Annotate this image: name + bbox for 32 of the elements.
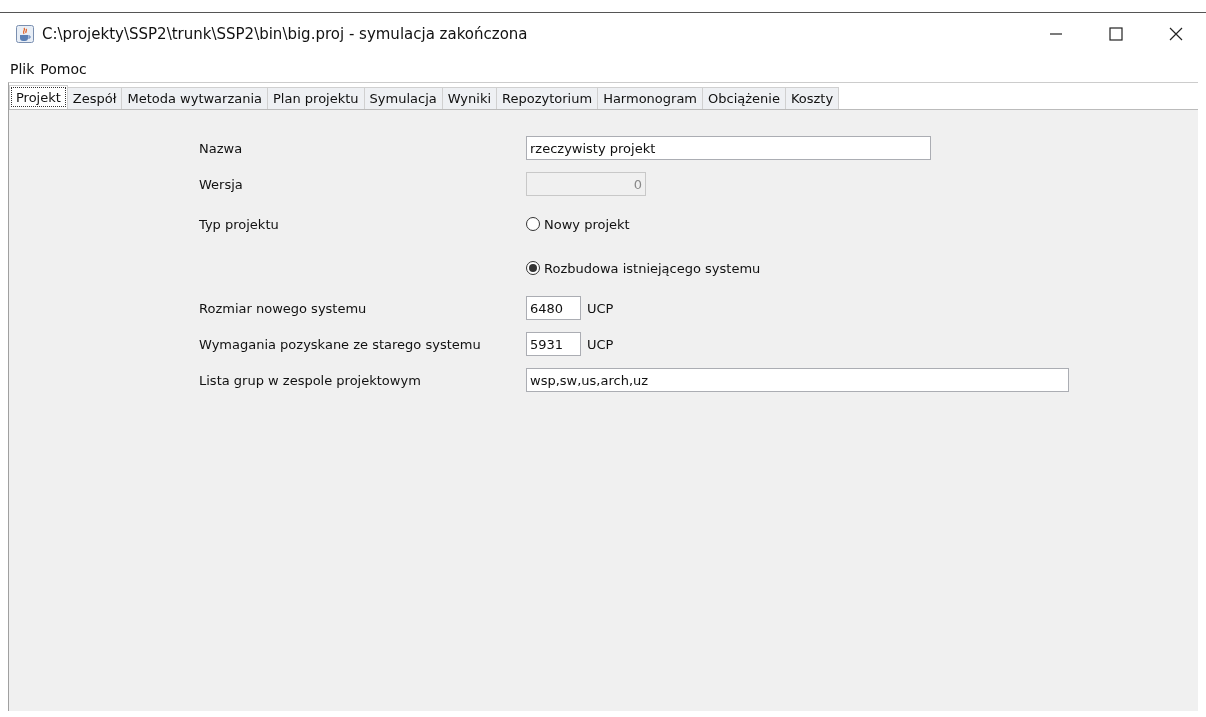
text-field[interactable]: rzeczywisty projekt [526, 136, 931, 160]
field-label: Wymagania pozyskane ze starego systemu [199, 336, 481, 352]
java-cup-icon [16, 25, 34, 43]
tab[interactable]: Repozytorium [496, 87, 599, 109]
menu-item[interactable]: Pomoc [40, 60, 87, 77]
tab[interactable]: Plan projektu [267, 87, 365, 109]
tab[interactable]: Koszty [784, 87, 840, 109]
menu-item[interactable]: Plik [10, 60, 35, 77]
unit-label: UCP [587, 336, 614, 352]
tab[interactable]: Projekt [9, 85, 68, 109]
field-label: Lista grup w zespole projektowym [199, 372, 421, 388]
field-label: Nazwa [199, 140, 243, 156]
close-icon [1169, 27, 1183, 41]
radio-option[interactable]: Nowy projekt [526, 216, 630, 232]
tab[interactable]: Metoda wytwarzania [121, 87, 269, 109]
radio-option[interactable]: Rozbudowa istniejącego systemu [526, 260, 761, 276]
text-field[interactable]: wsp,sw,us,arch,uz [526, 368, 1069, 392]
number-field[interactable]: 5931 [526, 332, 581, 356]
radio-icon[interactable] [526, 217, 540, 231]
radio-icon[interactable] [526, 261, 540, 275]
tab[interactable]: Symulacja [363, 87, 443, 109]
maximize-icon [1109, 27, 1123, 41]
tab[interactable]: Harmonogram [597, 87, 704, 109]
field-label: Wersja [199, 176, 243, 192]
field-label: Typ projektu [199, 216, 279, 232]
tab[interactable]: Zespół [66, 87, 123, 109]
unit-label: UCP [587, 300, 614, 316]
window-title: C:\projekty\SSP2\trunk\SSP2\bin\big.proj - symulacja zakończona [42, 25, 529, 43]
tab[interactable]: Wyniki [441, 87, 498, 109]
number-field[interactable]: 6480 [526, 296, 581, 320]
tab[interactable]: Obciążenie [702, 87, 786, 109]
field-label: Rozmiar nowego systemu [199, 300, 367, 316]
